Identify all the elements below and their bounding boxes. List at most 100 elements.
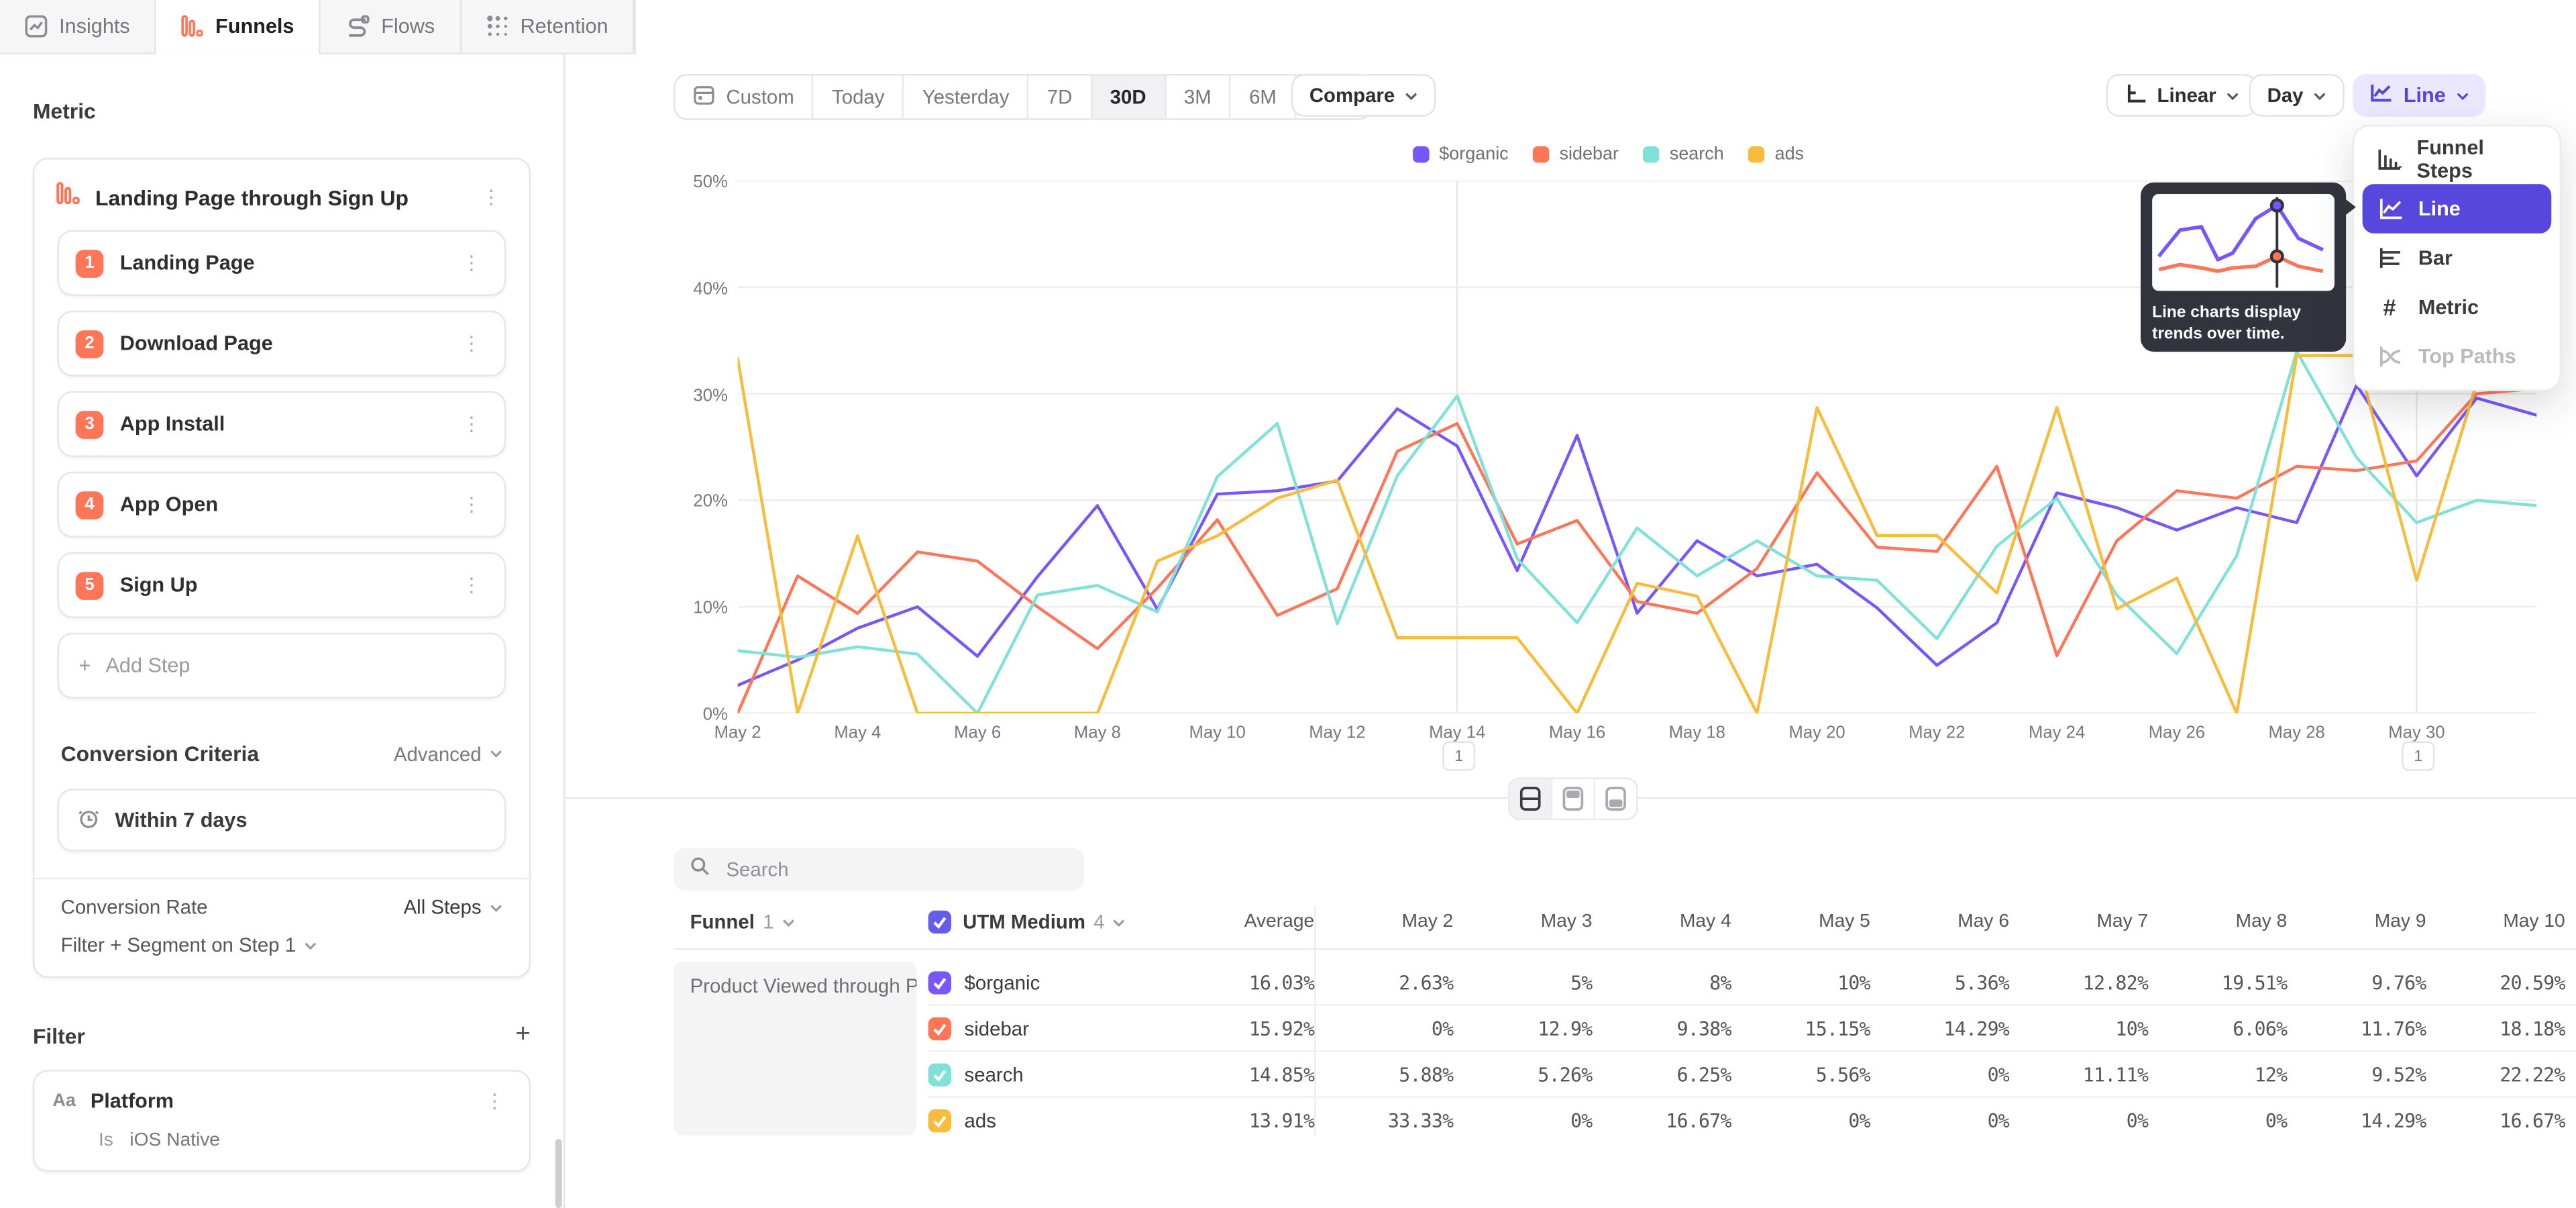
funnel-steps-icon	[2375, 148, 2402, 170]
funnel-group-cell[interactable]: Product Viewed through P...	[674, 962, 916, 1136]
range-30d[interactable]: 30D	[1092, 76, 1166, 119]
funnel-step-4[interactable]: 4App Open⋮	[58, 472, 506, 538]
row-checkbox[interactable]	[928, 970, 951, 993]
range-3m[interactable]: 3M	[1166, 76, 1231, 119]
table-row-ads[interactable]: ads13.91%33.33%0%16.67%0%0%0%0%14.29%16.…	[928, 1098, 2576, 1142]
cell-value: 0%	[1870, 1062, 2009, 1085]
funnel-step-3[interactable]: 3App Install⋮	[58, 391, 506, 457]
row-checkbox[interactable]	[928, 1062, 951, 1085]
interval-dropdown[interactable]: Day	[2249, 74, 2345, 117]
select-all-checkbox[interactable]	[928, 911, 951, 934]
advanced-dropdown[interactable]: Advanced	[394, 742, 503, 765]
x-tick-label: May 6	[928, 723, 1027, 743]
conversion-window-button[interactable]: Within 7 days	[58, 789, 506, 852]
step-label: Download Page	[120, 332, 439, 355]
tab-flows[interactable]: Flows	[321, 0, 462, 52]
column-header-may-7[interactable]: May 7	[2009, 912, 2148, 932]
cell-value: 15.92%	[1159, 1017, 1315, 1040]
tab-retention[interactable]: Retention	[461, 0, 634, 52]
cell-value: 14.29%	[1870, 1017, 2009, 1040]
x-tick-label: May 30	[2367, 723, 2466, 743]
menu-item-funnel-steps[interactable]: Funnel Steps	[2363, 135, 2552, 184]
sidebar-scrollbar[interactable]	[555, 1139, 562, 1208]
legend-item-search[interactable]: search	[1644, 145, 1724, 164]
menu-item-line[interactable]: Line	[2363, 184, 2552, 233]
range-6m[interactable]: 6M	[1231, 76, 1296, 119]
search-input[interactable]	[723, 856, 1068, 883]
table-search	[674, 848, 1084, 891]
y-tick-label: 30%	[662, 386, 728, 405]
column-header-may-3[interactable]: May 3	[1453, 912, 1592, 932]
add-step-button[interactable]: + Add Step	[58, 633, 506, 699]
cell-value: 9.38%	[1593, 1017, 1731, 1040]
step-kebab-icon[interactable]: ⋮	[455, 250, 488, 276]
range-label: 7D	[1047, 85, 1073, 108]
legend-item-sidebar[interactable]: sidebar	[1533, 145, 1619, 164]
range-7d[interactable]: 7D	[1029, 76, 1092, 119]
step-kebab-icon[interactable]: ⋮	[455, 491, 488, 517]
row-checkbox[interactable]	[928, 1109, 951, 1131]
column-header-may-4[interactable]: May 4	[1593, 912, 1731, 932]
step-kebab-icon[interactable]: ⋮	[455, 330, 488, 356]
table-row-search[interactable]: search14.85%5.88%5.26%6.25%5.56%0%11.11%…	[928, 1052, 2576, 1098]
column-header-may-8[interactable]: May 8	[2148, 912, 2287, 932]
funnel-step-5[interactable]: 5Sign Up⋮	[58, 552, 506, 618]
funnel-column-dropdown[interactable]: Funnel 1	[674, 911, 928, 934]
filter-kebab-icon[interactable]: ⋮	[478, 1088, 511, 1114]
conversion-rate-footer: Conversion Rate All Steps Filter + Segme…	[34, 878, 529, 976]
add-filter-button[interactable]: +	[515, 1022, 531, 1048]
tab-insights[interactable]: Insights	[0, 0, 156, 52]
menu-item-metric[interactable]: #Metric	[2363, 283, 2552, 332]
legend-item-ads[interactable]: ads	[1748, 145, 1804, 164]
chart-type-dropdown[interactable]: Line	[2353, 74, 2485, 117]
metric-title: Landing Page through Sign Up	[95, 185, 460, 210]
funnel-metric-icon	[56, 181, 80, 213]
legend-item-organic[interactable]: $organic	[1413, 145, 1509, 164]
step-number-badge: 5	[76, 571, 104, 599]
table-row-organic[interactable]: $organic16.03%2.63%5%8%10%5.36%12.82%19.…	[928, 960, 2576, 1006]
filter-segment-dropdown[interactable]: Filter + Segment on Step 1	[61, 934, 503, 956]
line-chart-icon	[2375, 197, 2404, 220]
row-label: sidebar	[928, 1017, 1159, 1040]
tab-label: Insights	[59, 15, 130, 38]
cell-value: 6.25%	[1593, 1062, 1731, 1085]
funnel-step-2[interactable]: 2Download Page⋮	[58, 311, 506, 376]
step-kebab-icon[interactable]: ⋮	[455, 572, 488, 598]
tab-funnels[interactable]: Funnels	[156, 0, 321, 52]
menu-item-bar[interactable]: Bar	[2363, 234, 2552, 283]
legend-label: search	[1670, 145, 1724, 164]
x-tick-label: May 26	[2127, 723, 2226, 743]
legend-swatch	[1413, 146, 1429, 162]
range-today[interactable]: Today	[814, 76, 904, 119]
breakdown-column-dropdown[interactable]: UTM Medium 4	[963, 911, 1126, 934]
funnel-step-1[interactable]: 1Landing Page⋮	[58, 230, 506, 296]
x-tick-label: May 24	[2008, 723, 2106, 743]
column-header-may-6[interactable]: May 6	[1870, 912, 2009, 932]
scale-dropdown[interactable]: Linear	[2106, 74, 2257, 117]
annotation-badge[interactable]: 1	[1442, 741, 1475, 770]
report-tabbar: Insights FunnelsFlowsRetention	[0, 0, 636, 54]
x-tick-label: May 10	[1168, 723, 1267, 743]
column-header-may-2[interactable]: May 2	[1314, 912, 1453, 932]
cell-value: 20.59%	[2426, 970, 2565, 993]
column-header-may-10[interactable]: May 10	[2426, 912, 2565, 932]
column-header-may-9[interactable]: May 9	[2287, 912, 2426, 932]
table-row-sidebar[interactable]: sidebar15.92%0%12.9%9.38%15.15%14.29%10%…	[928, 1006, 2576, 1052]
layout-chart-button[interactable]	[1552, 779, 1595, 819]
layout-table-button[interactable]	[1595, 779, 1636, 819]
range-custom[interactable]: Custom	[676, 76, 814, 119]
compare-button[interactable]: Compare	[1291, 74, 1436, 117]
step-kebab-icon[interactable]: ⋮	[455, 411, 488, 437]
row-checkbox[interactable]	[928, 1017, 951, 1040]
layout-split-button[interactable]	[1510, 779, 1553, 819]
all-steps-dropdown[interactable]: All Steps	[404, 896, 503, 919]
cell-value: 0%	[1731, 1109, 1870, 1131]
range-yesterday[interactable]: Yesterday	[904, 76, 1029, 119]
y-tick-label: 0%	[662, 705, 728, 725]
column-header-average[interactable]: Average	[1159, 912, 1315, 932]
metric-kebab-icon[interactable]: ⋮	[475, 184, 508, 210]
column-header-may-5[interactable]: May 5	[1731, 912, 1870, 932]
annotation-badge[interactable]: 1	[2402, 741, 2434, 770]
filter-card-platform[interactable]: Aa Platform ⋮ Is iOS Native	[33, 1070, 531, 1172]
y-tick-label: 20%	[662, 492, 728, 511]
